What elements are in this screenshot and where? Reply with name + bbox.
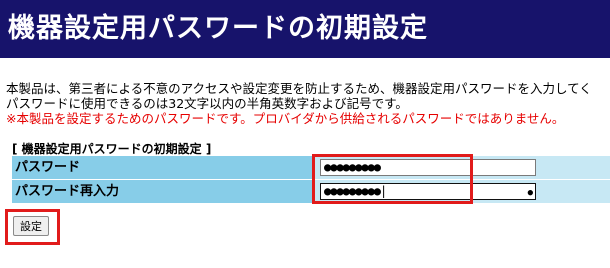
page-title: 機器設定用パスワードの初期設定 xyxy=(8,13,428,44)
password-label: パスワード xyxy=(12,156,312,179)
warning-text: ※本製品を設定するためのパスワードです。プロバイダから供給されるパスワードではあ… xyxy=(6,111,565,126)
section-title: [ 機器設定用パスワードの初期設定 ] xyxy=(12,142,212,156)
eye-icon[interactable]: ● xyxy=(528,186,534,201)
description-line-2: パスワードに使用できるのは32文字以内の半角英数字および記号です。 xyxy=(6,96,408,111)
password-confirm-label: パスワード再入力 xyxy=(12,180,312,203)
password-confirm-row: パスワード再入力 ●●●●●●●●●| ● xyxy=(12,180,610,204)
page-header: 機器設定用パスワードの初期設定 xyxy=(0,0,610,58)
password-highlight-box xyxy=(312,154,473,204)
description: 本製品は、第三者による不意のアクセスや設定変更を防止するため、機器設定用パスワー… xyxy=(6,81,610,126)
password-row: パスワード ●●●●●●●●● xyxy=(12,156,610,180)
password-form: パスワード ●●●●●●●●● パスワード再入力 ●●●●●●●●●| ● xyxy=(12,156,610,204)
description-line-1: 本製品は、第三者による不意のアクセスや設定変更を防止するため、機器設定用パスワー… xyxy=(6,81,592,96)
submit-highlight-box xyxy=(5,209,60,245)
